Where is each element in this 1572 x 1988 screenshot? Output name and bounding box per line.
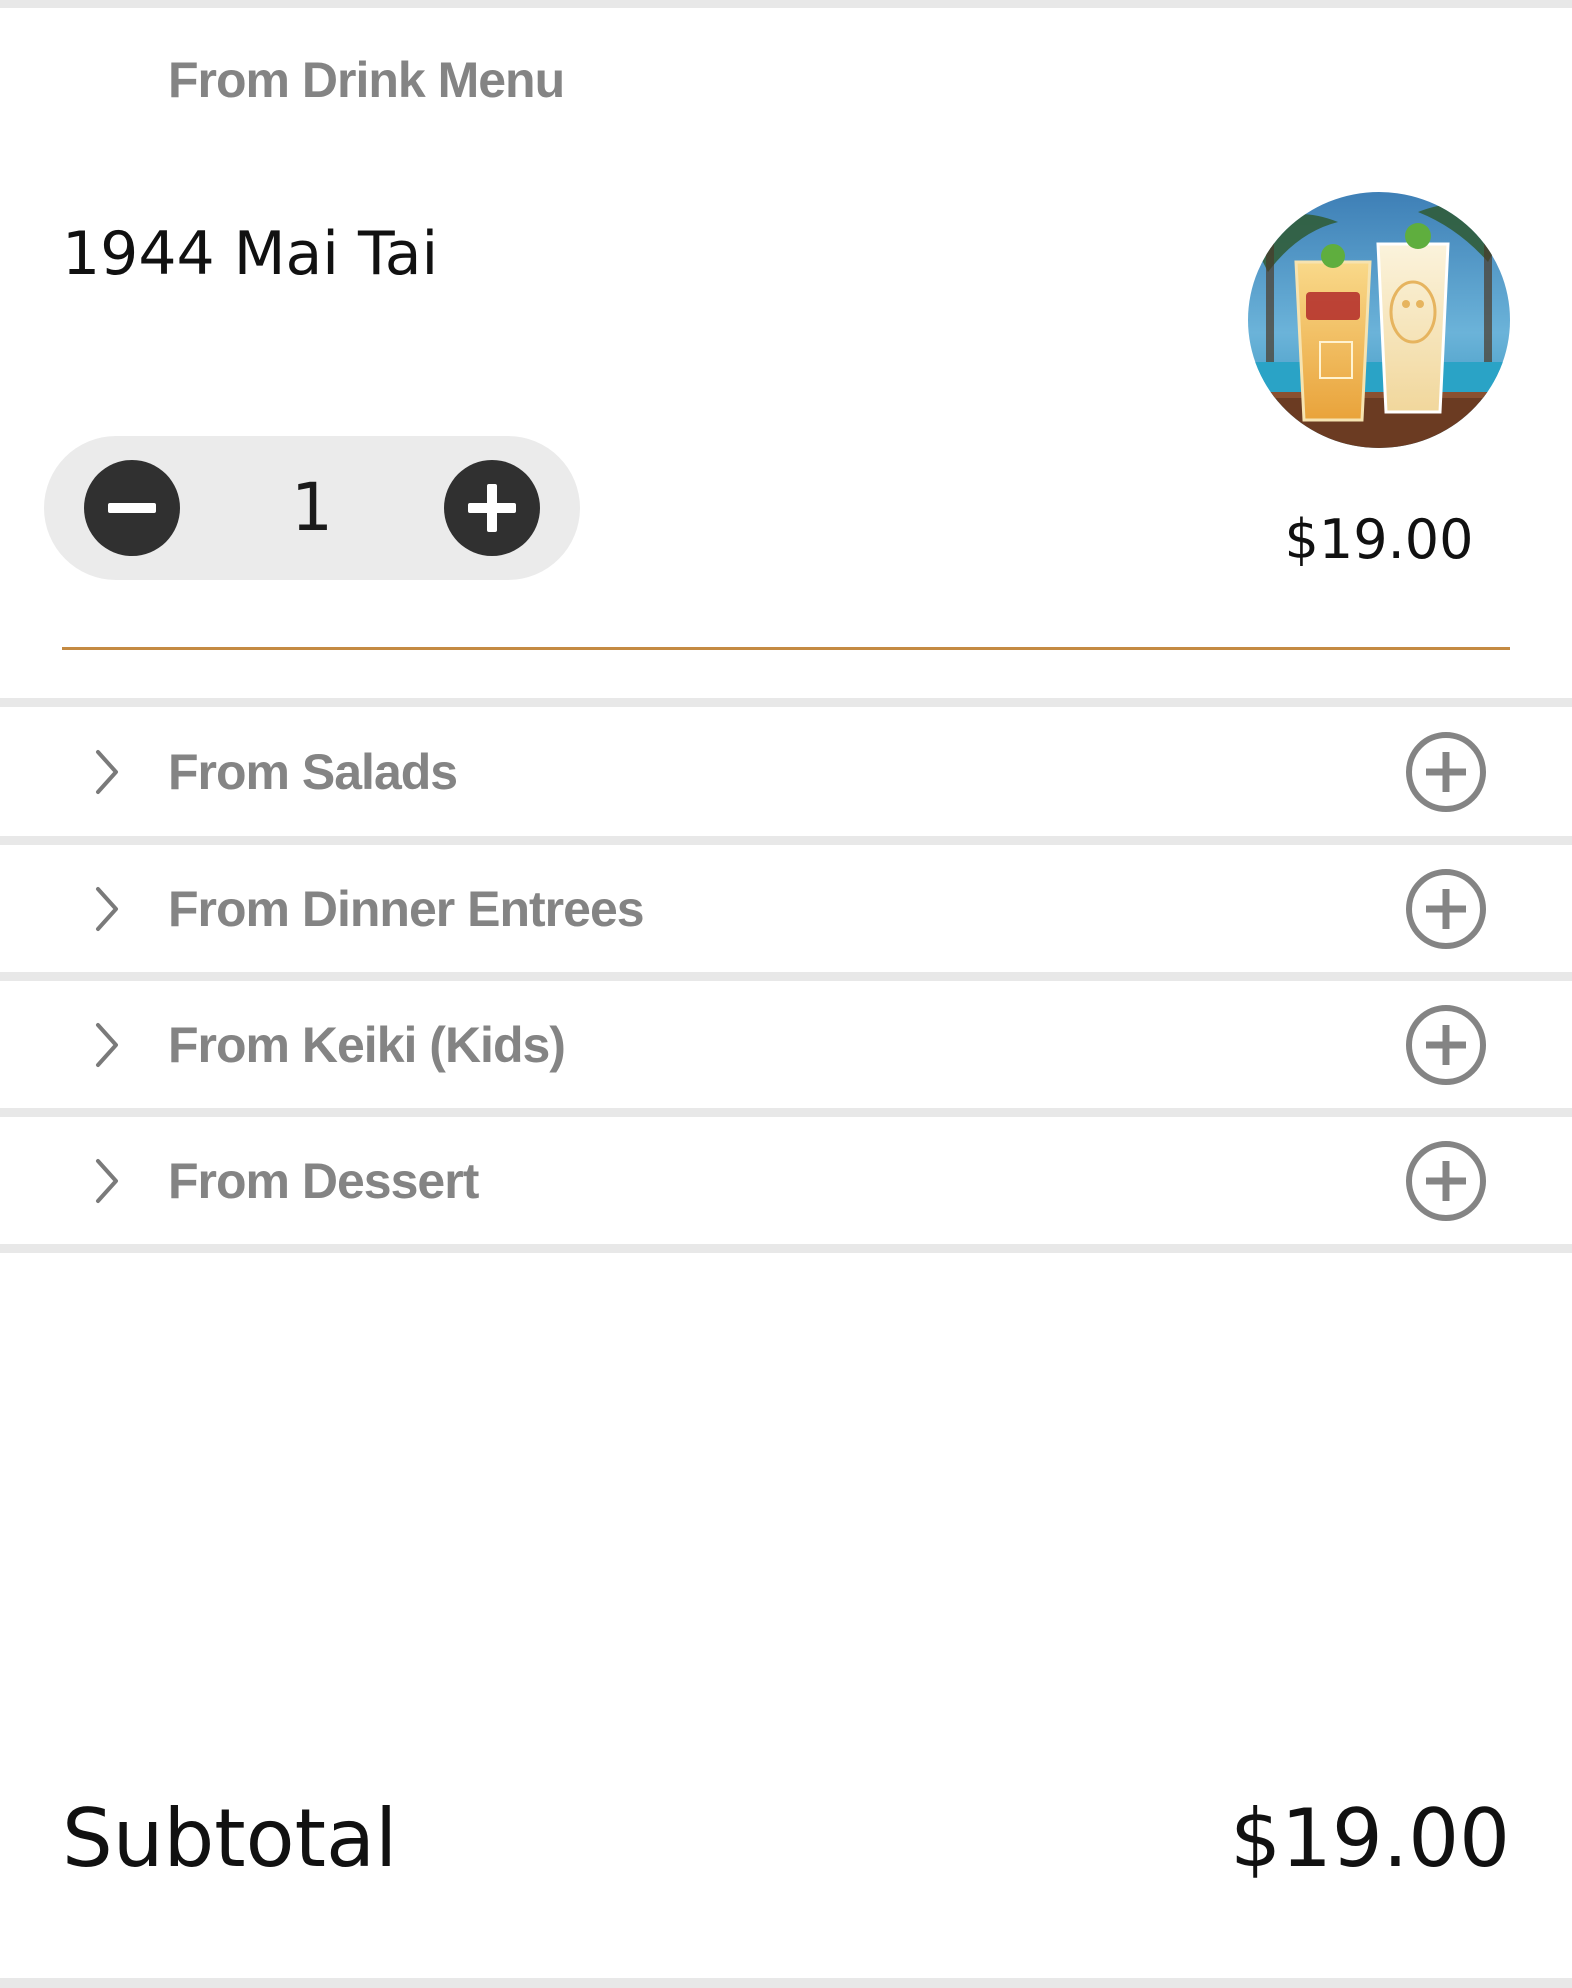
quantity-stepper: 1 — [44, 436, 580, 580]
section-title: From Drink Menu — [168, 52, 565, 108]
row-divider — [0, 1244, 1572, 1253]
row-divider — [0, 1108, 1572, 1117]
plus-icon — [468, 484, 516, 532]
subtotal-label: Subtotal — [62, 1792, 398, 1885]
category-row-keiki[interactable]: From Keiki (Kids) — [0, 981, 1572, 1109]
drink-photo-icon — [1248, 192, 1510, 448]
category-row-salads[interactable]: From Salads — [0, 708, 1572, 836]
add-dinner-entrees-button[interactable] — [1404, 867, 1488, 951]
category-row-dessert[interactable]: From Dessert — [0, 1117, 1572, 1245]
decrease-quantity-button[interactable] — [84, 460, 180, 556]
row-divider — [0, 836, 1572, 845]
item-photo — [1248, 192, 1510, 448]
circle-plus-icon — [1406, 732, 1486, 812]
add-keiki-button[interactable] — [1404, 1003, 1488, 1087]
item-price: $19.00 — [1284, 508, 1474, 571]
circle-plus-icon — [1406, 1141, 1486, 1221]
category-row-dinner-entrees[interactable]: From Dinner Entrees — [0, 845, 1572, 973]
circle-plus-icon — [1406, 1005, 1486, 1085]
category-label: From Keiki (Kids) — [168, 1017, 566, 1073]
minus-icon — [108, 503, 156, 513]
category-label: From Dessert — [168, 1153, 479, 1209]
category-label: From Dinner Entrees — [168, 881, 645, 937]
chevron-right-icon — [86, 1021, 126, 1069]
subtotal-value: $19.00 — [1230, 1792, 1510, 1885]
quantity-value: 1 — [291, 469, 333, 546]
item-name: 1944 Mai Tai — [62, 219, 439, 289]
circle-plus-icon — [1406, 869, 1486, 949]
section-divider — [0, 698, 1572, 707]
chevron-right-icon — [86, 748, 126, 796]
accent-divider — [62, 647, 1510, 650]
row-divider — [0, 972, 1572, 981]
bottom-divider — [0, 1978, 1572, 1988]
increase-quantity-button[interactable] — [444, 460, 540, 556]
chevron-right-icon — [86, 1157, 126, 1205]
chevron-right-icon — [86, 885, 126, 933]
add-dessert-button[interactable] — [1404, 1139, 1488, 1223]
category-label: From Salads — [168, 744, 458, 800]
top-divider — [0, 0, 1572, 8]
add-salads-button[interactable] — [1404, 730, 1488, 814]
